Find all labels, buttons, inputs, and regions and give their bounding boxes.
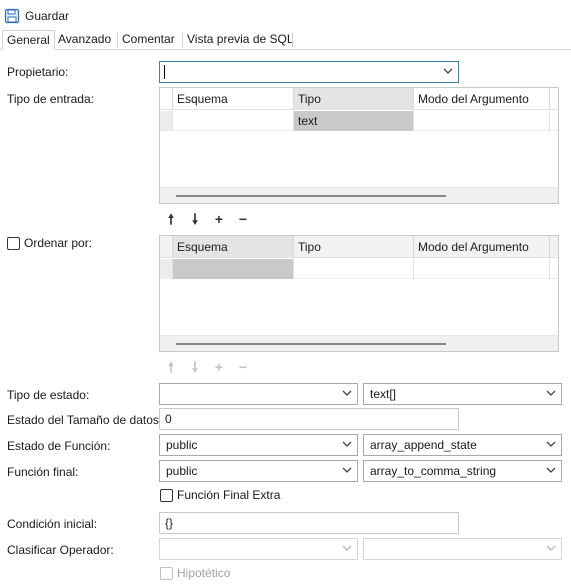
horizontal-scrollbar[interactable] [160,187,558,203]
move-down-icon[interactable]: 🠗 [187,211,203,227]
remove-icon[interactable]: − [235,211,251,227]
save-button[interactable]: Guardar [4,6,69,26]
chevron-down-icon [342,441,352,447]
sort-operator-select [363,538,562,560]
cell-mode[interactable] [414,111,550,131]
order-by-checkbox[interactable]: Ordenar por: [7,236,92,250]
move-up-icon: 🠕 [167,359,174,375]
state-function-select[interactable]: array_append_state [363,434,562,456]
chevron-down-icon [342,390,352,396]
chevron-down-icon [342,467,352,473]
tab-sql-preview[interactable]: Vista previa de SQL [183,30,298,50]
tab-advanced[interactable]: Avanzado [54,30,115,50]
chevron-down-icon [546,441,556,447]
initial-condition-input[interactable]: {} [159,512,459,534]
checkbox-box[interactable] [160,488,173,502]
table-header: Esquema Tipo Modo del Argumento [160,236,558,258]
text-caret [164,65,165,79]
tab-bar: General Avanzado Comentar Vista previa d… [0,30,571,50]
input-type-table[interactable]: Esquema Tipo Modo del Argumento text [159,87,559,204]
add-icon: + [214,359,224,375]
final-function-schema-select[interactable]: public [159,460,358,482]
chevron-down-icon [546,545,556,551]
hypothetical-label: Hipotético [177,566,231,580]
cell-type[interactable] [294,259,414,279]
floppy-disk-icon [4,8,20,24]
initial-condition-label: Condición inicial: [7,517,98,531]
save-label: Guardar [25,9,70,23]
chevron-down-icon [546,467,556,473]
state-type-select[interactable]: text[] [363,383,562,405]
state-data-size-label: Estado del Tamaño de datos: [7,413,163,427]
cell-schema[interactable] [173,259,294,279]
move-up-icon[interactable]: 🠕 [163,211,179,227]
final-function-select[interactable]: array_to_comma_string [363,460,562,482]
state-function-label: Estado de Función: [7,439,111,453]
order-by-table[interactable]: Esquema Tipo Modo del Argumento [159,235,559,352]
table-header: Esquema Tipo Modo del Argumento [160,88,558,110]
state-data-size-input[interactable]: 0 [159,408,459,430]
tab-comment[interactable]: Comentar [118,30,179,50]
column-header-mode[interactable]: Modo del Argumento [414,236,550,258]
sort-operator-schema-select [159,538,358,560]
order-by-controls: 🠕 🠗 + − [163,359,251,375]
cell-mode[interactable] [414,259,550,279]
column-header-mode[interactable]: Modo del Argumento [414,88,550,110]
input-type-controls: 🠕 🠗 + − [163,211,251,227]
checkbox-box [160,566,173,580]
chevron-down-icon [342,545,352,551]
final-function-extra-label: Función Final Extra [177,488,281,502]
remove-icon: − [238,359,248,375]
final-function-label: Función final: [7,465,79,479]
column-header-schema[interactable]: Esquema [173,88,294,110]
cell-schema[interactable] [173,111,294,131]
column-header-type[interactable]: Tipo [294,88,414,110]
checkbox-box[interactable] [7,236,20,250]
state-type-schema-select[interactable] [159,383,358,405]
state-function-schema-select[interactable]: public [159,434,358,456]
chevron-down-icon [546,390,556,396]
tab-general[interactable]: General [2,30,55,50]
owner-label: Propietario: [7,65,69,79]
column-header-type[interactable]: Tipo [294,236,414,258]
move-down-icon: 🠗 [191,359,198,375]
cell-type[interactable]: text [294,111,414,131]
owner-select[interactable] [159,61,459,83]
hypothetical-checkbox: Hipotético [160,566,230,580]
sort-operator-label: Clasificar Operador: [7,543,114,557]
state-type-label: Tipo de estado: [7,388,90,402]
input-type-label: Tipo de entrada: [7,92,94,106]
add-icon[interactable]: + [211,211,227,227]
order-by-label: Ordenar por: [24,236,93,250]
chevron-down-icon [443,68,453,74]
table-row[interactable] [160,259,558,279]
final-function-extra-checkbox[interactable]: Función Final Extra [160,488,280,502]
table-row[interactable]: text [160,111,558,131]
column-header-schema[interactable]: Esquema [173,236,294,258]
horizontal-scrollbar[interactable] [160,335,558,351]
